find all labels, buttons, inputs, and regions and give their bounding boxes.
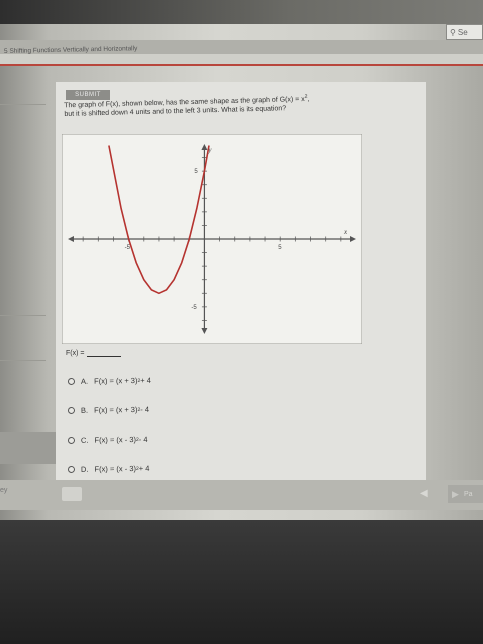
browser-top [0,0,483,24]
answer-prompt: F(x) = [66,349,122,357]
choice-a[interactable]: A. F(x) = (x + 3) 2 + 4 [67,375,151,386]
choice-text-tail: + 4 [140,375,151,385]
search-box[interactable]: ⚲ Se [446,24,483,40]
function-graph: x y 5 -5 5 -5 [62,134,362,344]
choice-text: F(x) = (x + 3) [94,376,138,386]
radio-c[interactable] [67,436,76,444]
search-label: Se [457,27,468,37]
radio-a[interactable] [67,377,76,385]
tick-label-y-neg5: -5 [191,305,197,311]
choice-letter: C. [80,435,89,445]
side-divider [0,360,46,361]
radio-b[interactable] [67,406,76,414]
search-icon: ⚲ [450,27,456,37]
side-divider [0,104,46,105]
choice-text-tail: + 4 [138,463,150,474]
side-panel-block [0,432,56,464]
header-divider [0,64,483,66]
radio-d[interactable] [67,465,76,473]
screen: ⚲ Se 5 Shifting Functions Vertically and… [0,0,483,520]
choice-text: F(x) = (x - 3) [94,464,137,474]
print-icon[interactable] [62,487,82,501]
back-arrow-icon[interactable]: ◀ [420,488,428,499]
question-comma: , [307,95,310,103]
answer-blank [87,349,122,357]
choice-letter: A. [80,376,89,386]
monitor-bezel [0,520,483,644]
choice-letter: D. [80,464,89,474]
choice-text: F(x) = (x + 3) [94,405,138,415]
choice-d[interactable]: D. F(x) = (x - 3) 2 + 4 [67,463,150,474]
choice-c[interactable]: C. F(x) = (x - 3) 2 - 4 [67,434,148,445]
next-arrow-icon: ▶ [452,489,459,499]
tick-label-x-neg5: -5 [125,245,131,251]
side-divider [0,315,46,316]
choice-text: F(x) = (x - 3) [94,435,137,445]
choice-letter: B. [80,405,89,415]
choice-text-tail: - 4 [140,404,150,414]
choice-text-tail: - 4 [138,434,148,445]
answer-prompt-text: F(x) = [66,350,85,357]
choice-b[interactable]: B. F(x) = (x + 3) 2 - 4 [67,404,150,415]
nav-left-label: ey [0,487,8,494]
